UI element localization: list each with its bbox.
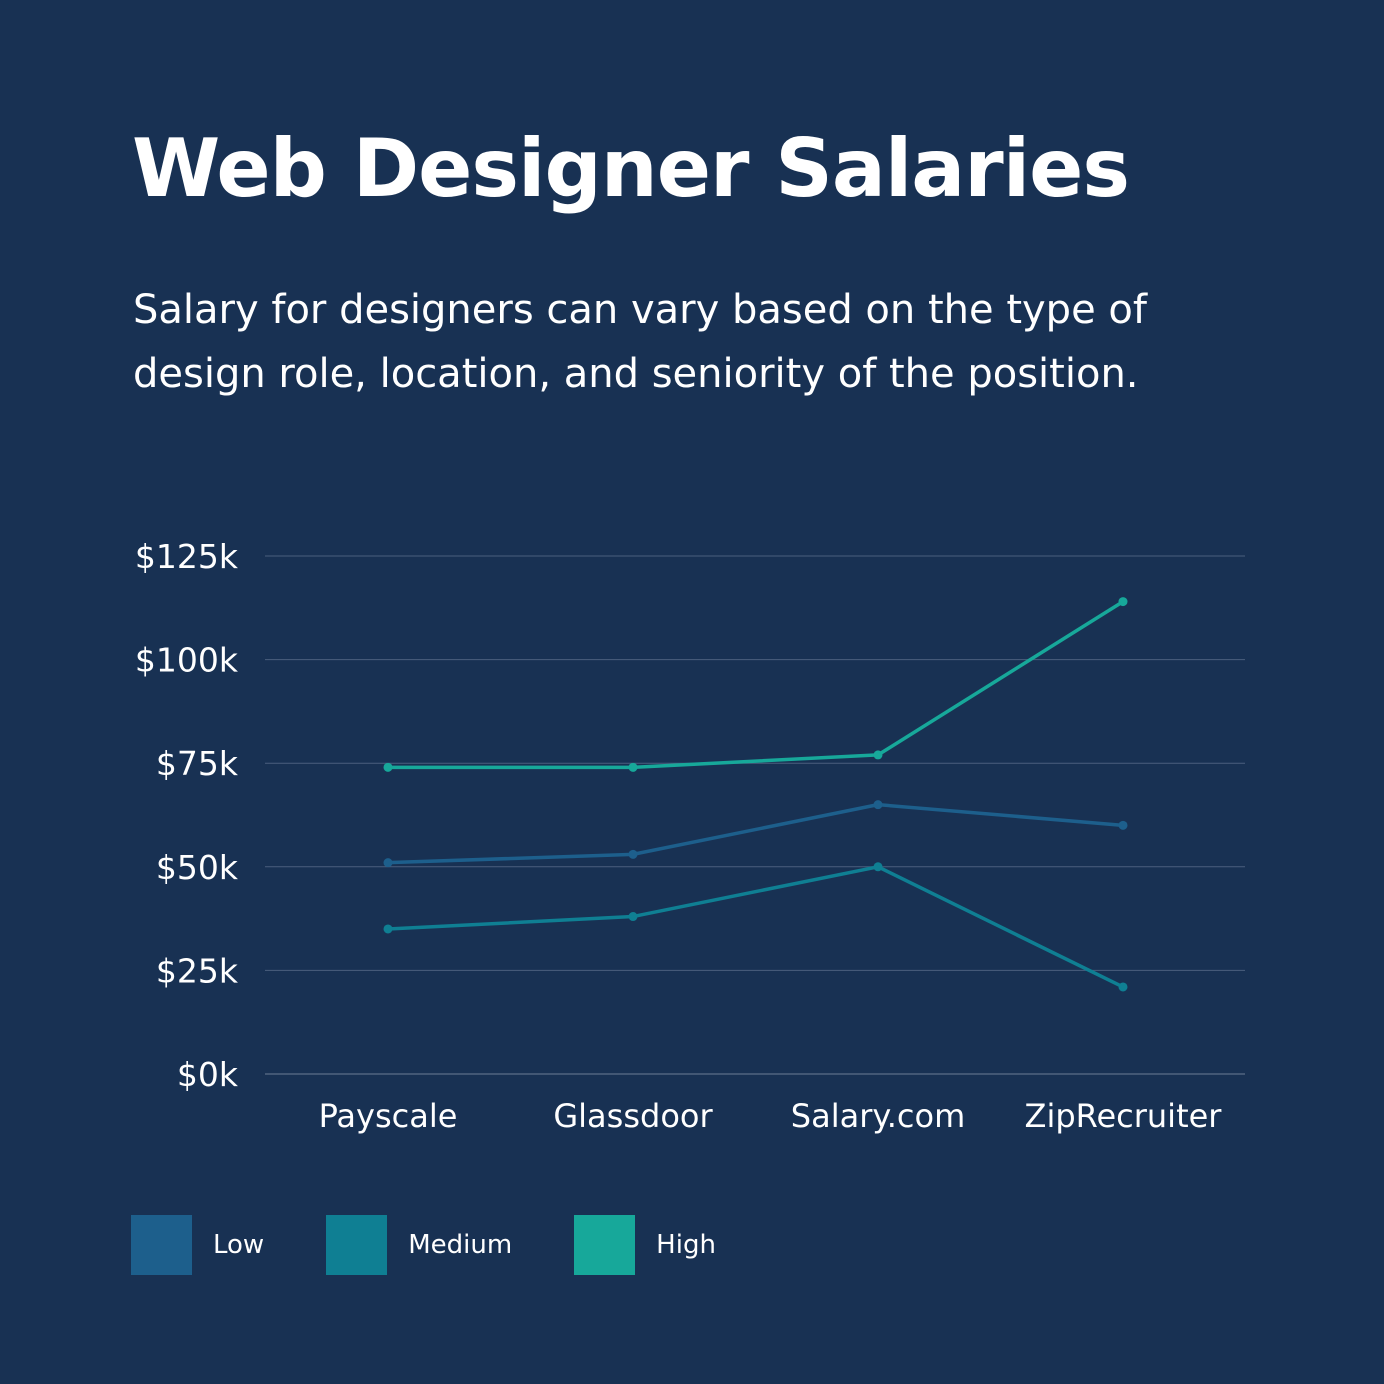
data-point-high [1118,597,1128,607]
y-axis-ticks: $0k $25k $50k $75k $100k $125k [135,537,239,1094]
data-point-low [1118,820,1128,830]
x-tick-label: ZipRecruiter [1025,1097,1223,1135]
data-point-high [383,762,393,772]
y-tick-label: $50k [156,848,239,887]
data-point-high [873,750,883,760]
series-line-high [388,600,1124,770]
y-tick-label: $100k [135,641,239,680]
x-tick-label: Salary.com [791,1097,965,1135]
gridlines [265,555,1245,1075]
legend-label-high: High [656,1230,716,1260]
data-point-low [873,800,883,810]
legend-swatch-high [574,1215,636,1275]
series-line-medium [387,865,1124,989]
series-line-low [387,802,1124,865]
y-tick-label: $0k [177,1055,239,1094]
series-lines [383,597,1128,992]
legend-item-low: Low [131,1215,264,1275]
data-point-low [628,849,638,859]
data-point-high [628,762,638,772]
y-tick-label: $75k [156,744,239,783]
x-tick-label: Payscale [319,1097,458,1135]
y-tick-label: $25k [156,951,239,990]
x-axis-ticks: Payscale Glassdoor Salary.com ZipRecruiter [319,1097,1223,1135]
legend-item-high: High [574,1215,716,1275]
legend-label-medium: Medium [408,1230,513,1260]
x-tick-label: Glassdoor [553,1097,713,1135]
legend-swatch-low [131,1215,192,1275]
legend: Low Medium High [131,1215,778,1275]
data-point-medium [628,912,638,922]
y-tick-label: $125k [135,537,239,576]
data-point-low [383,858,393,868]
line-chart: $0k $25k $50k $75k $100k $125k Payscale Glassd… [135,537,1245,1135]
data-point-medium [873,862,883,872]
data-point-medium [383,924,393,934]
legend-label-low: Low [213,1230,265,1260]
legend-swatch-medium [326,1215,388,1275]
data-point-medium [1118,982,1128,992]
legend-item-medium: Medium [326,1215,512,1275]
